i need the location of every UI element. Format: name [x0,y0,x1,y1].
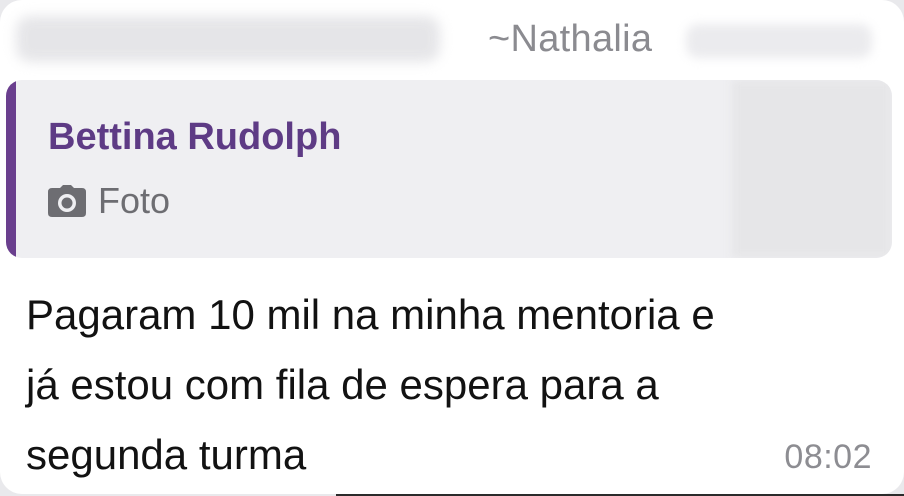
message-bubble[interactable]: ~Nathalia Bettina Rudolph Foto Pagaram 1… [0,0,904,494]
sender-name[interactable]: ~Nathalia [488,18,652,61]
quoted-message[interactable]: Bettina Rudolph Foto [6,80,892,258]
quote-accent-bar [6,80,16,258]
message-line: já estou com fila de espera para a [26,361,659,408]
message-timestamp: 08:02 [784,438,872,476]
message-text: Pagaram 10 mil na minha mentoria e já es… [26,280,876,490]
camera-icon [48,185,86,217]
quoted-media-label: Foto [98,180,171,221]
quoted-photo-thumbnail [732,80,892,258]
message-header: ~Nathalia [0,0,904,80]
quoted-media-type: Foto [48,180,170,222]
message-line: Pagaram 10 mil na minha mentoria e [26,291,715,338]
quoted-author: Bettina Rudolph [48,116,342,158]
redacted-sender-surname [686,24,872,58]
redacted-phone-number [16,16,440,62]
message-line: segunda turma [26,431,307,478]
